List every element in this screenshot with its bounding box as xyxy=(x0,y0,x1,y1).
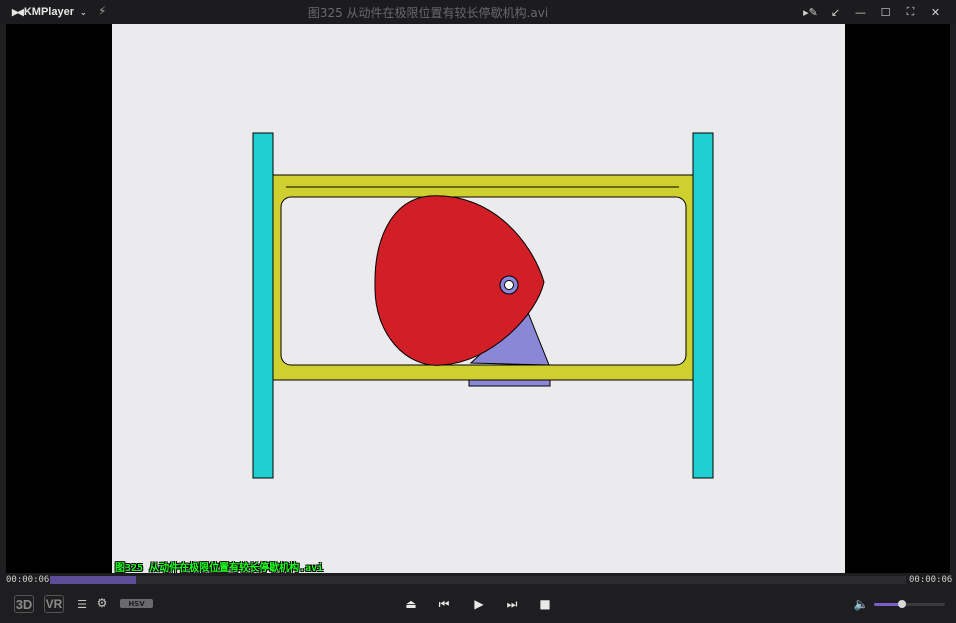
crank-base xyxy=(468,379,551,387)
window-title: 图325 从动件在极限位置有较长停歇机构.avi xyxy=(307,6,549,20)
pin-icon[interactable]: ▸✎ xyxy=(798,2,823,22)
minimize-icon[interactable]: — xyxy=(848,2,873,22)
vr-button[interactable]: VR xyxy=(44,595,64,613)
codec-badge[interactable]: HSV xyxy=(120,599,153,608)
eject-icon[interactable]: ⏏ xyxy=(403,596,419,612)
playlist-icon[interactable]: ☰ xyxy=(76,597,88,611)
play-icon[interactable]: ▶ xyxy=(471,596,487,612)
control-bar: 3D VR ☰ ⚙ HSV ⏏ ⏮ ▶ ⏭ ■ 🔈 xyxy=(0,588,956,623)
video-area[interactable]: 图325 从动件在极限位置有较长停歇机构.avi xyxy=(6,24,950,574)
maximize-icon[interactable]: ☐ xyxy=(873,2,898,22)
skip-next-icon[interactable]: ⏭ xyxy=(504,596,520,612)
3d-button[interactable]: 3D xyxy=(14,595,34,613)
volume-icon[interactable]: 🔈 xyxy=(853,596,869,612)
title-bar: ▶◀ KMPlayer ⌄ ⚡ 图325 从动件在极限位置有较长停歇机构.avi… xyxy=(0,0,956,24)
seek-bar[interactable] xyxy=(50,576,906,584)
total-time: 00:00:06 xyxy=(909,575,953,585)
skip-previous-icon[interactable]: ⏮ xyxy=(436,596,452,612)
current-time: 00:00:06 xyxy=(6,575,50,585)
fullscreen-icon[interactable]: ⛶ xyxy=(898,2,923,22)
volume-slider[interactable] xyxy=(874,600,945,608)
cam-pivot-inner xyxy=(504,280,514,290)
right-guide-post xyxy=(692,132,714,479)
mechanism-animation-frame xyxy=(252,132,714,479)
window-controls: ▸✎ ↙ — ☐ ⛶ ✕ xyxy=(798,2,948,22)
seek-progress xyxy=(50,576,136,584)
volume-knob[interactable] xyxy=(898,600,906,608)
subtitle-overlay: 图325 从动件在极限位置有较长停歇机构.avi xyxy=(115,563,324,574)
close-icon[interactable]: ✕ xyxy=(923,2,948,22)
video-frame xyxy=(112,24,845,573)
restore-icon[interactable]: ↙ xyxy=(823,2,848,22)
gear-icon[interactable]: ⚙ xyxy=(95,596,109,610)
stop-icon[interactable]: ■ xyxy=(537,596,553,612)
left-guide-post xyxy=(252,132,274,479)
